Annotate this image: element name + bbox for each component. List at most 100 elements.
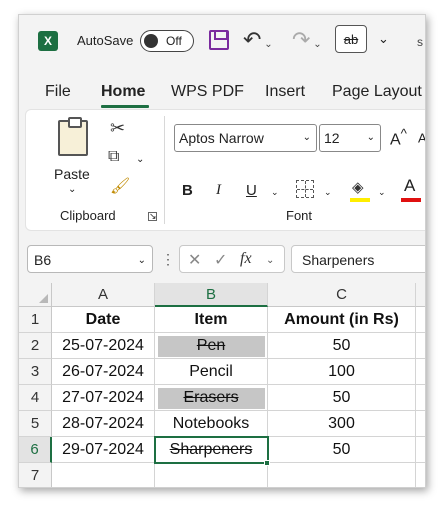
ribbon-panel: Paste ⌄ ✂ ⧉ ⌄ 🖌 Clipboard ↘ Aptos Narrow…: [25, 109, 426, 231]
row-header-6[interactable]: 6: [19, 437, 52, 463]
date-cell[interactable]: 27-07-2024: [52, 385, 155, 411]
fill-color-swatch: [350, 198, 370, 202]
copy-icon[interactable]: ⧉: [108, 148, 119, 166]
font-group-label: Font: [286, 208, 313, 223]
italic-icon[interactable]: I: [216, 182, 221, 199]
toggle-knob: [144, 34, 158, 48]
strikethrough-button[interactable]: ab: [335, 25, 367, 53]
tab-insert[interactable]: Insert: [265, 83, 305, 101]
amount-cell[interactable]: 300: [268, 411, 416, 437]
excel-window: X AutoSave Off ↶ ⌄ ↷ ⌄ ab ⌄ s File Home …: [18, 14, 426, 488]
date-cell[interactable]: 26-07-2024: [52, 359, 155, 385]
font-name-select[interactable]: Aptos Narrow ⌄: [174, 124, 317, 152]
tab-wps-pdf[interactable]: WPS PDF: [171, 83, 244, 101]
empty-cell[interactable]: [416, 307, 425, 333]
date-cell[interactable]: 28-07-2024: [52, 411, 155, 437]
clipboard-group-label: Clipboard: [60, 208, 116, 223]
column-header-b[interactable]: B: [155, 283, 268, 307]
copy-chevron-down-icon[interactable]: ⌄: [136, 154, 144, 165]
item-cell[interactable]: Erasers: [155, 385, 268, 411]
font-color-swatch: [401, 198, 421, 202]
header-item[interactable]: Item: [155, 307, 268, 333]
empty-cell[interactable]: [268, 463, 416, 487]
name-box[interactable]: B6 ⌄: [27, 245, 153, 273]
column-header-c[interactable]: C: [268, 283, 416, 307]
paste-button-label[interactable]: Paste: [54, 166, 90, 182]
amount-cell[interactable]: 50: [268, 333, 416, 359]
shrink-glyph: A: [418, 130, 426, 146]
tab-file[interactable]: File: [45, 83, 71, 101]
redo-chevron-down-icon[interactable]: ⌄: [310, 39, 321, 50]
row-header-3[interactable]: 3: [19, 359, 52, 385]
bold-icon[interactable]: B: [182, 182, 193, 199]
undo-icon[interactable]: ↶ ⌄: [243, 27, 273, 53]
date-cell[interactable]: 29-07-2024: [52, 437, 155, 463]
amount-cell[interactable]: 50: [268, 437, 416, 463]
item-text: Pencil: [189, 362, 233, 380]
empty-cell[interactable]: [416, 359, 425, 385]
fill-color-chevron-down-icon[interactable]: ⌄: [378, 187, 386, 198]
chevron-down-icon: ⌄: [366, 132, 375, 143]
empty-cell[interactable]: [416, 385, 425, 411]
decrease-font-size-icon[interactable]: Aˇ: [418, 128, 426, 146]
item-text: Erasers: [183, 388, 239, 406]
date-cell[interactable]: 25-07-2024: [52, 333, 155, 359]
row-header-1[interactable]: 1: [19, 307, 52, 333]
format-painter-icon[interactable]: 🖌: [110, 176, 130, 196]
cut-icon[interactable]: ✂: [110, 118, 125, 139]
clipboard-launcher-icon[interactable]: ↘: [148, 212, 157, 221]
empty-cell[interactable]: [416, 437, 425, 463]
empty-cell[interactable]: [416, 333, 425, 359]
item-cell[interactable]: Pen: [155, 333, 268, 359]
row-header-5[interactable]: 5: [19, 411, 52, 437]
item-cell[interactable]: Notebooks: [155, 411, 268, 437]
tab-page-layout[interactable]: Page Layout: [332, 83, 422, 101]
column-header-d[interactable]: [416, 283, 425, 307]
formula-input[interactable]: Sharpeners: [291, 245, 425, 273]
font-size-value: 12: [324, 130, 340, 146]
header-date[interactable]: Date: [52, 307, 155, 333]
row-header-7[interactable]: 7: [19, 463, 52, 487]
paste-icon[interactable]: [58, 117, 88, 156]
item-cell-selected[interactable]: Sharpeners: [155, 437, 268, 463]
empty-cell[interactable]: [52, 463, 155, 487]
item-cell[interactable]: Pencil: [155, 359, 268, 385]
select-all-corner[interactable]: [19, 283, 52, 307]
enter-check-icon[interactable]: ✓: [214, 250, 227, 270]
undo-chevron-down-icon[interactable]: ⌄: [261, 39, 272, 50]
empty-cell[interactable]: [416, 463, 425, 487]
empty-cell[interactable]: [416, 411, 425, 437]
save-icon[interactable]: [209, 30, 229, 50]
fill-color-icon[interactable]: ◈: [352, 178, 364, 196]
insert-function-icon[interactable]: fx: [240, 250, 252, 268]
vertical-dots-icon[interactable]: ⋮: [161, 251, 175, 268]
formula-value: Sharpeners: [302, 252, 375, 268]
font-color-icon[interactable]: A: [404, 176, 415, 196]
increase-font-size-icon[interactable]: A^: [390, 126, 407, 149]
strikethrough-label: ab: [343, 31, 359, 47]
item-text: Sharpeners: [169, 440, 253, 458]
worksheet-grid: A B C 1 2 3 4 5 6 7 Date Item Amount (in…: [19, 283, 425, 487]
underline-chevron-down-icon[interactable]: ⌄: [271, 187, 279, 198]
borders-chevron-down-icon[interactable]: ⌄: [324, 187, 332, 198]
column-header-a[interactable]: A: [52, 283, 155, 307]
row-header-4[interactable]: 4: [19, 385, 52, 411]
cancel-icon[interactable]: ✕: [188, 250, 201, 270]
redo-icon[interactable]: ↷ ⌄: [292, 27, 322, 53]
borders-icon[interactable]: [296, 180, 314, 198]
empty-cell[interactable]: [155, 463, 268, 487]
autosave-toggle[interactable]: Off: [140, 30, 194, 52]
customize-qat-chevron-icon[interactable]: ⌄: [378, 31, 389, 47]
amount-cell[interactable]: 50: [268, 385, 416, 411]
chevron-down-icon: ⌄: [137, 255, 146, 266]
paste-chevron-down-icon[interactable]: ⌄: [68, 184, 76, 195]
header-amount[interactable]: Amount (in Rs): [268, 307, 416, 333]
amount-cell[interactable]: 100: [268, 359, 416, 385]
fill-handle[interactable]: [264, 460, 270, 466]
font-size-select[interactable]: 12 ⌄: [319, 124, 381, 152]
row-header-2[interactable]: 2: [19, 333, 52, 359]
underline-icon[interactable]: U: [246, 182, 257, 199]
tab-home[interactable]: Home: [101, 83, 145, 101]
fx-chevron-down-icon[interactable]: ⌄: [266, 255, 274, 266]
excel-logo-icon: X: [38, 31, 58, 51]
